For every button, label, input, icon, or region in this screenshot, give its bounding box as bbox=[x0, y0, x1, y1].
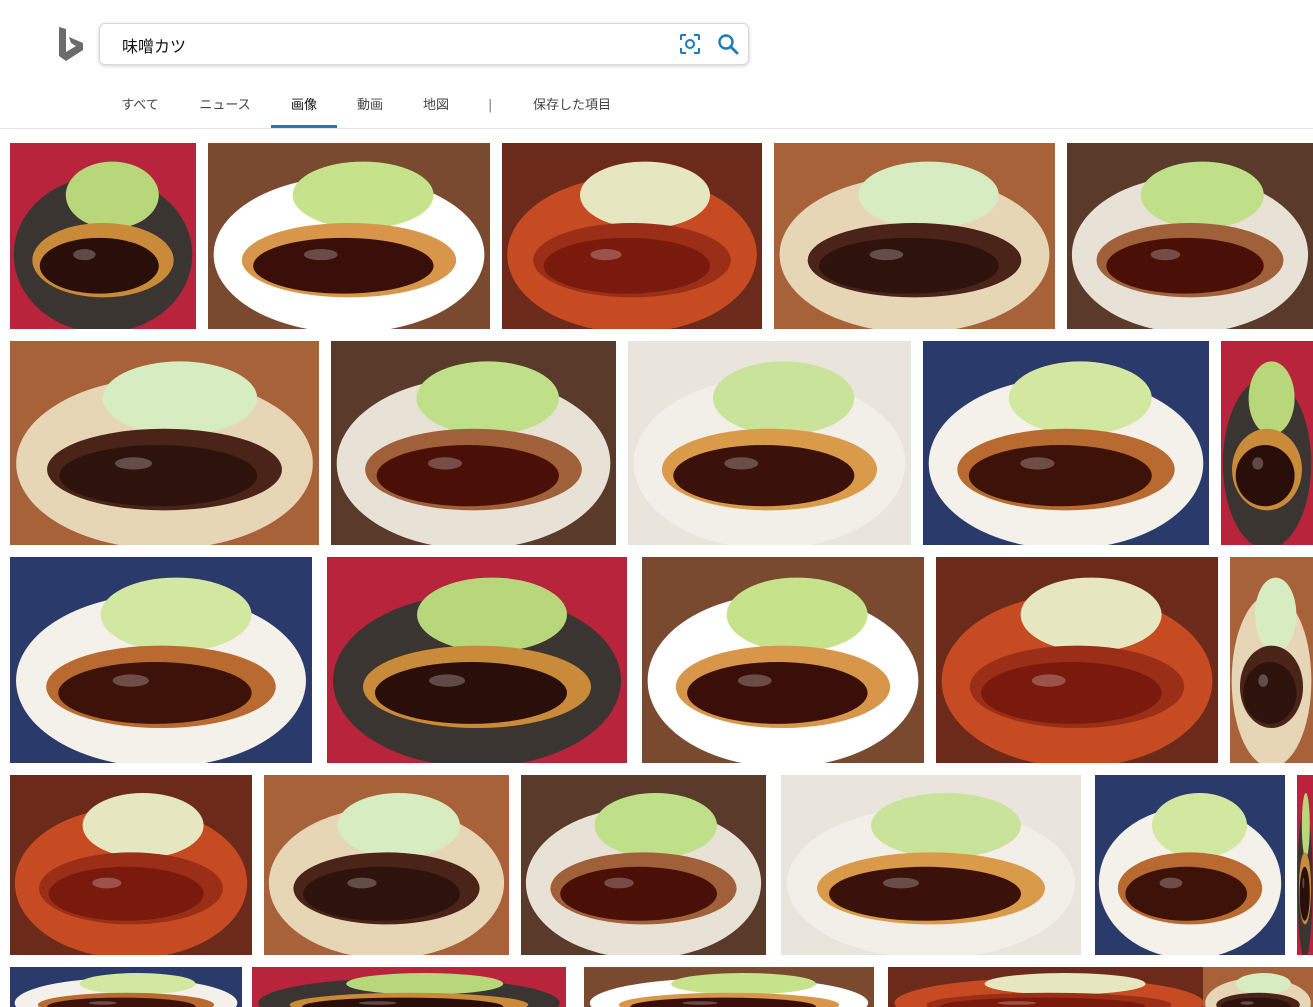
search-input[interactable] bbox=[120, 32, 664, 58]
image-result-sliced-katsu-closeup[interactable] bbox=[264, 775, 509, 955]
image-result-katsu-brown-rim[interactable] bbox=[642, 557, 924, 763]
image-result-partial-image[interactable] bbox=[1203, 967, 1313, 1007]
image-result-katsu-round-plate[interactable] bbox=[781, 775, 1081, 955]
tab-maps[interactable]: 地図 bbox=[416, 86, 456, 126]
image-result-partial-image[interactable] bbox=[1230, 557, 1313, 763]
image-result-katsu-striped-plate[interactable] bbox=[10, 341, 319, 545]
image-result-katsu-white-plate[interactable] bbox=[774, 143, 1055, 329]
bing-logo-icon[interactable] bbox=[57, 26, 85, 62]
tab-separator: | bbox=[488, 98, 493, 113]
image-result-katsu-dark-sauce[interactable] bbox=[331, 341, 616, 545]
camera-scan-icon[interactable] bbox=[679, 33, 701, 55]
image-result-red-katsu-closeup[interactable] bbox=[923, 341, 1209, 545]
image-result-katsu-salad[interactable] bbox=[10, 557, 312, 763]
image-result-partial-image[interactable] bbox=[1221, 341, 1313, 545]
image-result-tonkatsu-dark-plate[interactable] bbox=[10, 143, 196, 329]
image-result-partial-image[interactable] bbox=[10, 967, 242, 1007]
search-box bbox=[99, 23, 749, 65]
image-result-kushikatsu-tray[interactable] bbox=[502, 143, 762, 329]
tab-images[interactable]: 画像 bbox=[271, 86, 337, 128]
image-result-partial-image[interactable] bbox=[584, 967, 874, 1007]
image-result-katsu-framed-photo[interactable] bbox=[1095, 775, 1285, 955]
image-result-partial-image[interactable] bbox=[252, 967, 566, 1007]
tab-videos[interactable]: 動画 bbox=[350, 86, 390, 126]
search-icon[interactable] bbox=[717, 33, 739, 55]
image-result-katsu-cabbage-closeup[interactable] bbox=[936, 557, 1218, 763]
image-result-katsu-square-plate[interactable] bbox=[628, 341, 911, 545]
tab-bar: すべて ニュース 画像 動画 地図 | 保存した項目 bbox=[0, 86, 1313, 128]
tab-news[interactable]: ニュース bbox=[192, 86, 258, 126]
image-result-partial-image[interactable] bbox=[1297, 775, 1313, 955]
image-result-katsudon-bowl[interactable] bbox=[10, 775, 252, 955]
image-result-red-miso-plate[interactable] bbox=[327, 557, 627, 763]
tab-all[interactable]: すべて bbox=[116, 86, 164, 126]
image-result-katsu-cabbage-mound[interactable] bbox=[521, 775, 766, 955]
image-result-katsu-blue-plate[interactable] bbox=[1067, 143, 1313, 329]
tab-saved[interactable]: 保存した項目 bbox=[528, 86, 616, 126]
header: すべて ニュース 画像 動画 地図 | 保存した項目 bbox=[0, 0, 1313, 129]
image-result-partial-image[interactable] bbox=[888, 967, 1210, 1007]
image-result-sliced-katsu-brown[interactable] bbox=[208, 143, 490, 329]
image-results-grid bbox=[0, 129, 1313, 1007]
